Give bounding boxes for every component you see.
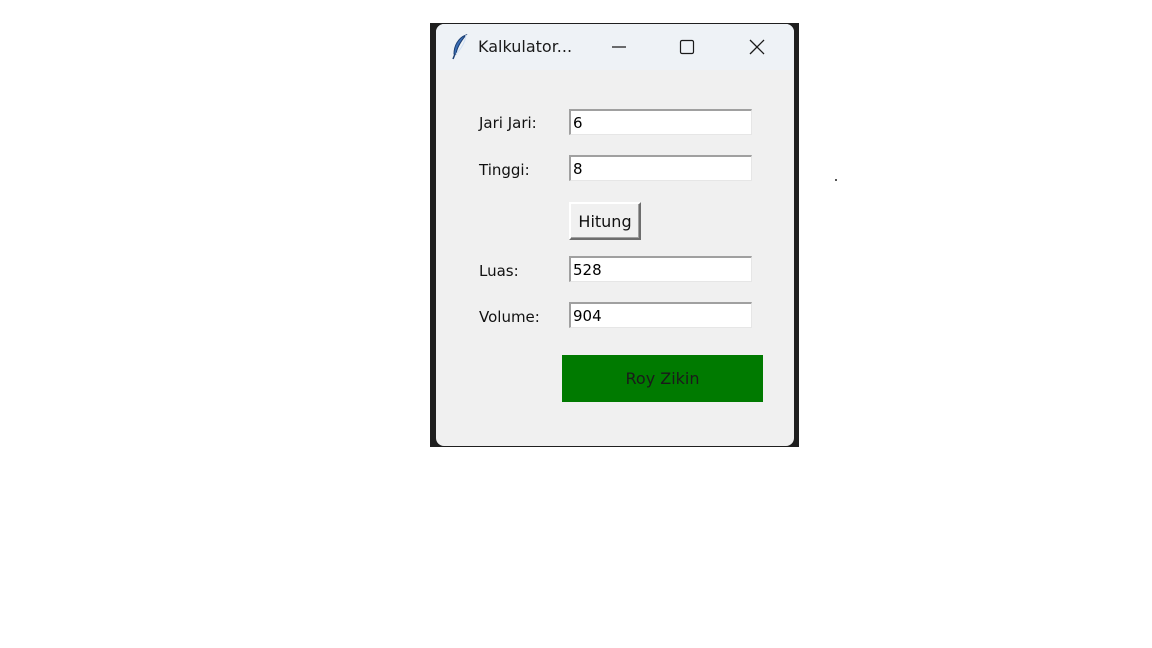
luas-output[interactable] [569,256,752,282]
desktop: Kalkulator... Jari Jari: Tinggi: [0,0,1152,648]
hitung-button[interactable]: Hitung [569,202,641,240]
tinggi-label: Tinggi: [479,161,530,179]
app-window: Kalkulator... Jari Jari: Tinggi: [436,24,794,446]
maximize-icon [679,39,695,55]
feather-icon [450,33,470,60]
close-icon [749,39,765,55]
window-title: Kalkulator... [478,37,573,56]
volume-output[interactable] [569,302,752,328]
title-bar[interactable]: Kalkulator... [436,24,794,70]
stray-dot [835,179,837,181]
minimize-button[interactable] [596,24,642,70]
jari-jari-label: Jari Jari: [479,114,537,132]
author-name-label: Roy Zikin [562,355,763,402]
tinggi-input[interactable] [569,155,752,181]
luas-label: Luas: [479,262,519,280]
maximize-button[interactable] [664,24,710,70]
jari-jari-input[interactable] [569,109,752,135]
volume-label: Volume: [479,308,540,326]
minimize-icon [612,46,626,48]
close-button[interactable] [734,24,780,70]
